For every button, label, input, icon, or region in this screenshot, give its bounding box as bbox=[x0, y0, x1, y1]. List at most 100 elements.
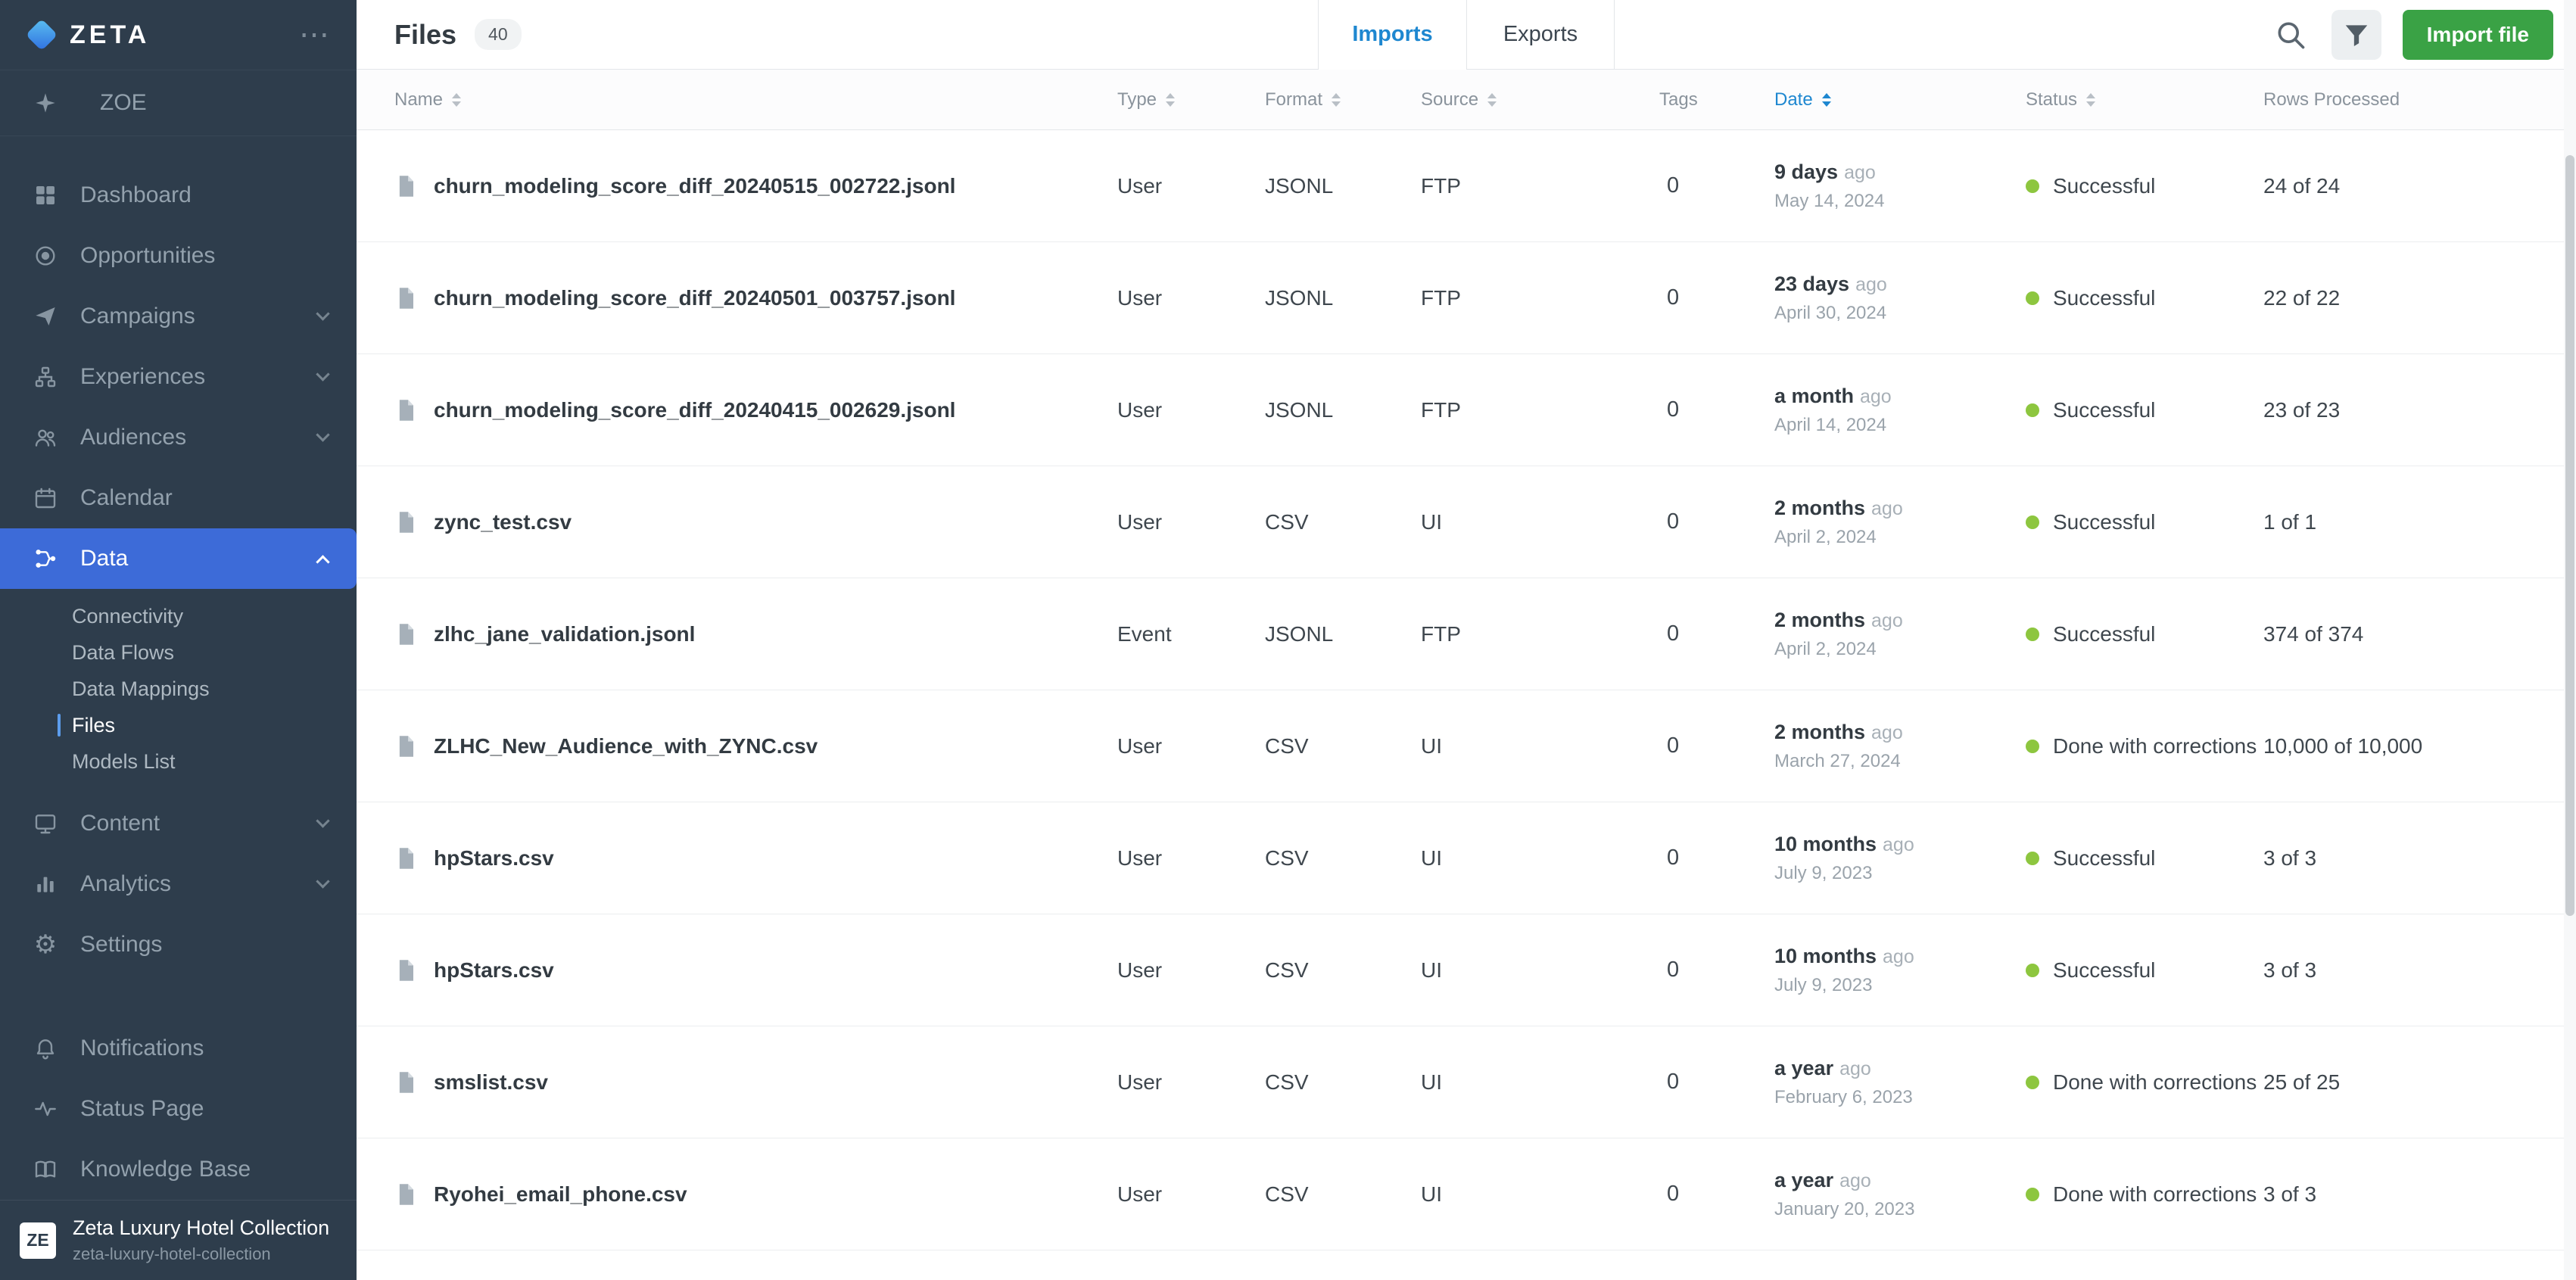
date-suffix: ago bbox=[1871, 610, 1903, 631]
cell-date: a yearago February 6, 2023 bbox=[1774, 1057, 2026, 1108]
column-header-status[interactable]: Status bbox=[2026, 89, 2263, 111]
table-row[interactable]: hpStars.csv User CSV UI 0 10 monthsago J… bbox=[357, 802, 2576, 914]
cell-source: FTP bbox=[1421, 174, 1659, 198]
cell-format: CSV bbox=[1265, 734, 1421, 758]
sidebar-item-audiences[interactable]: Audiences bbox=[0, 407, 357, 468]
sidebar-item-dashboard[interactable]: Dashboard bbox=[0, 165, 357, 226]
zeta-logo-icon bbox=[26, 19, 58, 51]
column-header-type[interactable]: Type bbox=[1117, 89, 1265, 111]
table-row[interactable]: ZLHC_New_Audience_with_ZYNC.csv User CSV… bbox=[357, 690, 2576, 802]
file-icon bbox=[394, 846, 417, 871]
column-label: Tags bbox=[1659, 89, 1698, 111]
cell-name: Ryohei_email_phone.csv bbox=[394, 1182, 1117, 1207]
sidebar-nav: Dashboard Opportunities Campaigns Experi… bbox=[0, 165, 357, 1200]
status-label: Successful bbox=[2053, 286, 2155, 310]
sidebar-subitem-data-flows[interactable]: Data Flows bbox=[0, 634, 357, 671]
table-row[interactable]: churn_modeling_score_diff_20240515_00272… bbox=[357, 130, 2576, 242]
date-absolute: July 9, 2023 bbox=[1774, 863, 2026, 884]
sidebar-item-status-page[interactable]: Status Page bbox=[0, 1079, 357, 1139]
status-dot bbox=[2026, 1076, 2039, 1089]
table-row[interactable]: smslist.csv User CSV UI 0 a yearago Febr… bbox=[357, 1026, 2576, 1138]
file-icon bbox=[394, 509, 417, 535]
cell-source: UI bbox=[1421, 734, 1659, 758]
audiences-icon bbox=[30, 422, 61, 453]
cell-tags: 0 bbox=[1659, 621, 1774, 646]
column-header-name[interactable]: Name bbox=[394, 89, 1117, 111]
column-header-date[interactable]: Date bbox=[1774, 89, 2026, 111]
main-content: Files 40 Imports Exports Import file Nam… bbox=[357, 0, 2576, 1280]
scrollbar-track[interactable] bbox=[2564, 0, 2576, 1280]
table-row[interactable]: Ryohei_email_phone.csv User CSV UI 0 a y… bbox=[357, 1138, 2576, 1250]
cell-source: FTP bbox=[1421, 622, 1659, 646]
table-row[interactable]: churn_modeling_score_diff_20240501_00375… bbox=[357, 242, 2576, 354]
sidebar-item-notifications[interactable]: Notifications bbox=[0, 1018, 357, 1079]
bell-icon bbox=[30, 1033, 61, 1064]
status-label: Done with corrections bbox=[2053, 1070, 2257, 1095]
date-relative: 9 days bbox=[1774, 160, 1838, 183]
files-count-badge: 40 bbox=[475, 19, 522, 50]
tab-imports[interactable]: Imports bbox=[1318, 0, 1466, 69]
table-row[interactable]: zync_test.csv User CSV UI 0 2 monthsago … bbox=[357, 466, 2576, 578]
cell-format: CSV bbox=[1265, 846, 1421, 870]
account-slug: zeta-luxury-hotel-collection bbox=[73, 1244, 329, 1264]
data-icon bbox=[30, 543, 61, 574]
sidebar-item-zoe[interactable]: ZOE bbox=[0, 70, 357, 136]
tab-exports[interactable]: Exports bbox=[1466, 0, 1615, 69]
cell-type: Event bbox=[1117, 622, 1265, 646]
column-label: Date bbox=[1774, 89, 1813, 111]
content-icon bbox=[30, 808, 61, 839]
sidebar-item-experiences[interactable]: Experiences bbox=[0, 347, 357, 407]
table-row[interactable]: churn_modeling_score_diff_20240415_00262… bbox=[357, 354, 2576, 466]
status-label: Successful bbox=[2053, 958, 2155, 983]
table-row[interactable]: hpStars.csv User CSV UI 0 10 monthsago J… bbox=[357, 914, 2576, 1026]
book-icon bbox=[30, 1154, 61, 1185]
sidebar-item-calendar[interactable]: Calendar bbox=[0, 468, 357, 528]
file-icon bbox=[394, 285, 417, 311]
table-row[interactable]: zlhc_jane_validation.jsonl Event JSONL F… bbox=[357, 578, 2576, 690]
date-absolute: January 20, 2023 bbox=[1774, 1199, 2026, 1220]
cell-tags: 0 bbox=[1659, 285, 1774, 310]
file-name: ZLHC_New_Audience_with_ZYNC.csv bbox=[434, 734, 818, 758]
cell-source: UI bbox=[1421, 958, 1659, 983]
status-label: Done with corrections bbox=[2053, 734, 2257, 758]
date-absolute: April 2, 2024 bbox=[1774, 527, 2026, 548]
experiences-icon bbox=[30, 362, 61, 392]
sidebar-subitem-connectivity[interactable]: Connectivity bbox=[0, 598, 357, 634]
date-absolute: April 14, 2024 bbox=[1774, 415, 2026, 436]
sidebar-item-content[interactable]: Content bbox=[0, 793, 357, 854]
sidebar-subitem-files[interactable]: Files bbox=[0, 707, 357, 743]
cell-status: Successful bbox=[2026, 510, 2263, 534]
sidebar-item-opportunities[interactable]: Opportunities bbox=[0, 226, 357, 286]
cell-format: JSONL bbox=[1265, 398, 1421, 422]
sidebar-subitem-data-mappings[interactable]: Data Mappings bbox=[0, 671, 357, 707]
sidebar-subitem-models-list[interactable]: Models List bbox=[0, 743, 357, 780]
filter-button[interactable] bbox=[2331, 10, 2381, 60]
file-name: Ryohei_email_phone.csv bbox=[434, 1182, 687, 1207]
page-header: Files 40 Imports Exports Import file bbox=[357, 0, 2576, 70]
scrollbar-thumb[interactable] bbox=[2565, 155, 2574, 916]
zeta-logo[interactable]: ZETA bbox=[30, 20, 150, 50]
cell-rows-processed: 374 of 374 bbox=[2263, 622, 2541, 646]
column-label: Status bbox=[2026, 89, 2077, 111]
status-label: Successful bbox=[2053, 398, 2155, 422]
sidebar-item-settings[interactable]: ⚙ Settings bbox=[0, 914, 357, 975]
sidebar-item-knowledge-base[interactable]: Knowledge Base bbox=[0, 1139, 357, 1200]
column-header-format[interactable]: Format bbox=[1265, 89, 1421, 111]
cell-source: UI bbox=[1421, 510, 1659, 534]
search-button[interactable] bbox=[2271, 15, 2310, 55]
cell-tags: 0 bbox=[1659, 173, 1774, 198]
date-relative: 23 days bbox=[1774, 273, 1849, 295]
column-header-source[interactable]: Source bbox=[1421, 89, 1659, 111]
sidebar-item-campaigns[interactable]: Campaigns bbox=[0, 286, 357, 347]
chevron-down-icon bbox=[316, 307, 329, 320]
date-suffix: ago bbox=[1839, 1058, 1871, 1079]
page-title: Files bbox=[394, 19, 456, 51]
status-label: Done with corrections bbox=[2053, 1182, 2257, 1207]
file-icon bbox=[394, 1182, 417, 1207]
import-file-button[interactable]: Import file bbox=[2403, 10, 2553, 60]
sidebar-item-data[interactable]: Data bbox=[0, 528, 357, 589]
sidebar-item-analytics[interactable]: Analytics bbox=[0, 854, 357, 914]
account-switcher[interactable]: ZE Zeta Luxury Hotel Collection zeta-lux… bbox=[0, 1200, 357, 1280]
column-header-tags: Tags bbox=[1659, 89, 1774, 111]
sidebar-menu-icon[interactable]: ⋯ bbox=[299, 27, 329, 42]
